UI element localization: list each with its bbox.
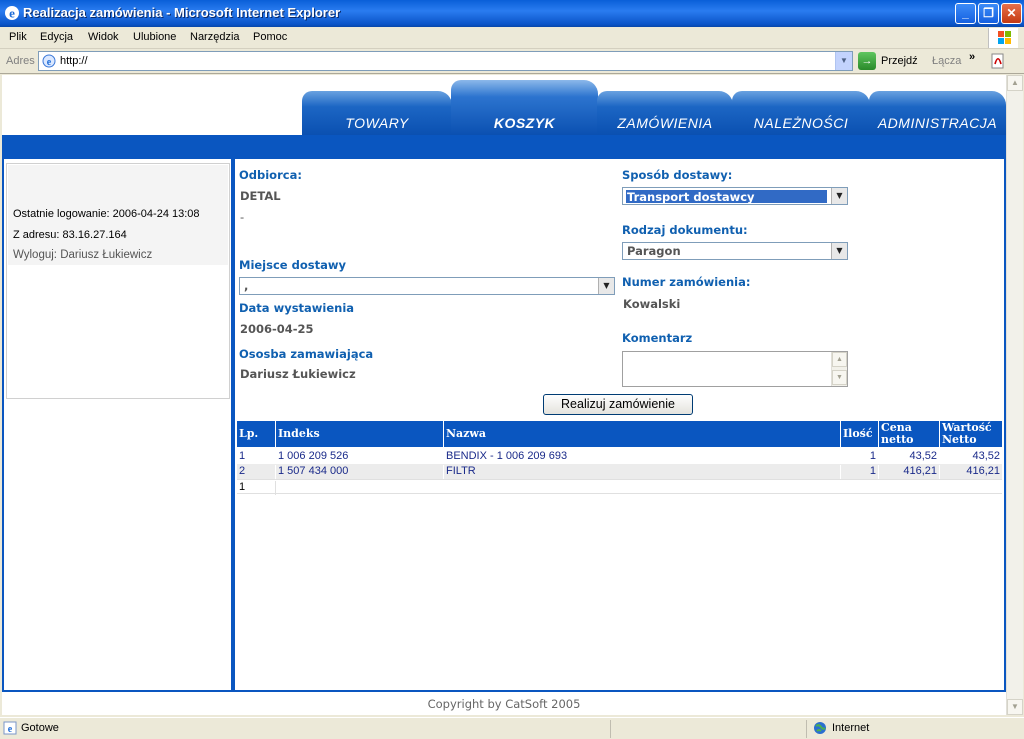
recipient-sub: - bbox=[240, 210, 245, 224]
tab-naleznosci[interactable]: NALEŻNOŚCI bbox=[732, 91, 870, 136]
last-login-text: Ostatnie logowanie: 2006-04-24 13:08 bbox=[13, 208, 200, 220]
svg-text:e: e bbox=[8, 724, 13, 735]
col-nazwa: Nazwa bbox=[444, 421, 841, 447]
chevron-down-icon[interactable]: ▼ bbox=[831, 243, 847, 259]
col-cena-netto: Cena netto bbox=[879, 421, 940, 447]
go-label: Przejdź bbox=[881, 55, 918, 67]
window-title: Realizacja zamówienia - Microsoft Intern… bbox=[23, 5, 341, 20]
recipient-value: DETAL bbox=[240, 189, 281, 203]
delivery-method-select[interactable]: Transport dostawcy ▼ bbox=[622, 187, 848, 205]
logout-link[interactable]: Wyloguj: Dariusz Łukiewicz bbox=[13, 249, 152, 261]
page-viewport: TOWARY KOSZYK ZAMÓWIENIA NALEŻNOŚCI ADMI… bbox=[2, 75, 1006, 715]
delivery-place-label: Miejsce dostawy bbox=[239, 258, 346, 272]
security-zone: Internet bbox=[832, 722, 870, 734]
main-tabs: TOWARY KOSZYK ZAMÓWIENIA NALEŻNOŚCI ADMI… bbox=[2, 75, 1006, 136]
session-panel: Ostatnie logowanie: 2006-04-24 13:08 Z a… bbox=[6, 163, 230, 399]
scroll-down-icon[interactable]: ▼ bbox=[1007, 699, 1023, 715]
menu-help[interactable]: Pomoc bbox=[253, 31, 287, 43]
items-count: 1 bbox=[237, 481, 276, 495]
document-type-value: Paragon bbox=[627, 244, 681, 258]
address-url: http:// bbox=[60, 55, 88, 67]
submit-order-button[interactable]: Realizuj zamówienie bbox=[543, 394, 693, 415]
order-number-label: Numer zamówienia: bbox=[622, 275, 751, 289]
tab-koszyk[interactable]: KOSZYK bbox=[451, 80, 598, 136]
close-button[interactable]: ✕ bbox=[1001, 3, 1022, 24]
svg-text:e: e bbox=[47, 57, 52, 68]
col-lp: Lp. bbox=[237, 421, 276, 447]
copyright-text: Copyright by CatSoft 2005 bbox=[427, 697, 581, 711]
menu-edit[interactable]: Edycja bbox=[40, 31, 73, 43]
delivery-place-value: , bbox=[244, 279, 249, 293]
table-row[interactable]: 1 1 006 209 526 BENDIX - 1 006 209 693 1… bbox=[237, 449, 1002, 464]
page-icon: e bbox=[42, 54, 56, 68]
status-text: Gotowe bbox=[21, 722, 59, 734]
col-wartosc-netto: Wartość Netto bbox=[942, 421, 992, 446]
delivery-method-value: Transport dostawcy bbox=[625, 189, 828, 204]
menu-favorites[interactable]: Ulubione bbox=[133, 31, 176, 43]
chevron-down-icon[interactable]: ▼ bbox=[831, 188, 847, 204]
header-strip bbox=[2, 135, 1006, 159]
table-footer-row: 1 bbox=[237, 479, 1002, 495]
delivery-method-label: Sposób dostawy: bbox=[622, 168, 733, 182]
col-ilosc: Ilość bbox=[841, 421, 879, 447]
table-header: Lp. Indeks Nazwa Ilość Cena netto Wartoś… bbox=[237, 421, 1002, 447]
ie-icon: e bbox=[5, 6, 19, 21]
document-type-select[interactable]: Paragon ▼ bbox=[622, 242, 848, 260]
scroll-up-icon[interactable]: ▲ bbox=[1007, 75, 1023, 91]
internet-globe-icon bbox=[814, 722, 826, 734]
login-address-text: Z adresu: 83.16.27.164 bbox=[13, 229, 127, 241]
go-arrow-icon: → bbox=[858, 52, 876, 70]
scroll-down-icon[interactable]: ▼ bbox=[832, 370, 847, 385]
col-indeks: Indeks bbox=[276, 421, 444, 447]
status-bar: e Gotowe Internet bbox=[0, 717, 1024, 739]
scroll-up-icon[interactable]: ▲ bbox=[832, 352, 847, 367]
address-label: Adres bbox=[6, 55, 35, 67]
windows-logo-icon bbox=[988, 28, 1018, 48]
tab-towary[interactable]: TOWARY bbox=[302, 91, 452, 136]
recipient-label: Odbiorca: bbox=[239, 168, 302, 182]
issue-date-value: 2006-04-25 bbox=[240, 322, 314, 336]
comment-label: Komentarz bbox=[622, 331, 693, 345]
ordering-person-value: Dariusz Łukiewicz bbox=[240, 367, 356, 381]
tab-administracja[interactable]: ADMINISTRACJA bbox=[869, 91, 1006, 136]
title-bar: e Realizacja zamówienia - Microsoft Inte… bbox=[0, 0, 1024, 27]
comment-scrollbar[interactable]: ▲ ▼ bbox=[831, 352, 847, 386]
table-row[interactable]: 2 1 507 434 000 FILTR 1 416,21 416,21 bbox=[237, 464, 1002, 479]
comment-textarea[interactable]: ▲ ▼ bbox=[622, 351, 848, 387]
issue-date-label: Data wystawienia bbox=[239, 301, 355, 315]
delivery-place-select[interactable]: , ▼ bbox=[239, 277, 615, 295]
links-label[interactable]: Łącza bbox=[932, 55, 961, 67]
menu-view[interactable]: Widok bbox=[88, 31, 119, 43]
minimize-button[interactable]: _ bbox=[955, 3, 976, 24]
ordering-person-label: Ososba zamawiająca bbox=[239, 347, 374, 361]
menu-tools[interactable]: Narzędzia bbox=[190, 31, 240, 43]
menu-file[interactable]: Plik bbox=[9, 31, 27, 43]
address-dropdown-icon[interactable]: ▼ bbox=[835, 52, 852, 70]
address-input[interactable]: e http:// ▼ bbox=[38, 51, 853, 71]
page-scrollbar[interactable]: ▲ ▼ bbox=[1006, 75, 1023, 715]
pdf-icon[interactable] bbox=[990, 53, 1006, 69]
links-chevron-icon[interactable]: » bbox=[969, 51, 975, 63]
menu-bar: Plik Edycja Widok Ulubione Narzędzia Pom… bbox=[0, 27, 1024, 49]
address-bar: Adres e http:// ▼ → Przejdź Łącza » bbox=[0, 49, 1024, 74]
page-done-icon: e bbox=[3, 721, 17, 735]
tab-zamowienia[interactable]: ZAMÓWIENIA bbox=[597, 91, 733, 136]
svg-text:e: e bbox=[9, 6, 15, 21]
chevron-down-icon[interactable]: ▼ bbox=[598, 278, 614, 294]
document-type-label: Rodzaj dokumentu: bbox=[622, 223, 748, 237]
maximize-button[interactable]: ❐ bbox=[978, 3, 999, 24]
order-number-value: Kowalski bbox=[623, 297, 681, 311]
